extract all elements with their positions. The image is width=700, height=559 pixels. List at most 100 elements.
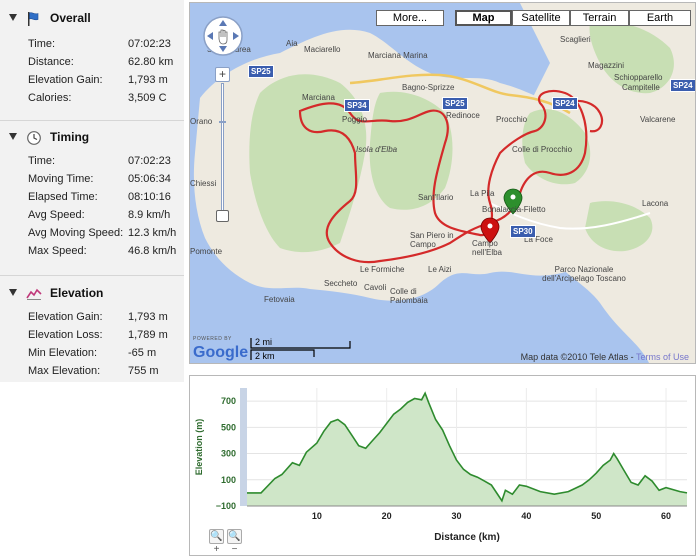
chart-zoom-out-button[interactable]: 🔍− <box>227 529 242 555</box>
section-divider <box>0 275 184 276</box>
row-label: Elevation Loss: <box>28 329 103 341</box>
map-type-map-button[interactable]: Map <box>455 10 512 26</box>
place-label: Redinoce <box>446 111 480 120</box>
row-value: 1,793 m <box>128 311 168 323</box>
y-tick-label: 100 <box>221 475 236 485</box>
overall-title: Overall <box>50 11 91 25</box>
place-label: Isola d'Elba <box>356 145 398 154</box>
zoom-tick <box>219 121 226 123</box>
place-label: Scaglieri <box>560 35 591 44</box>
row-label: Avg Moving Speed: <box>28 227 124 239</box>
y-tick-label: −100 <box>216 501 236 511</box>
place-label: Pomonte <box>190 247 223 256</box>
elevation-profile-icon <box>26 288 42 300</box>
place-label: La Pila <box>470 189 495 198</box>
collapse-triangle-icon[interactable] <box>9 289 17 296</box>
elevation-section: Elevation Elevation Gain: 1,793 m Elevat… <box>0 283 184 381</box>
y-tick-label: 700 <box>221 396 236 406</box>
place-label: Aia <box>286 39 298 48</box>
elevation-chart[interactable]: −100 100 300 500 700 10 20 30 40 50 60 Distance (km… <box>190 376 695 555</box>
row-value: 8.9 km/h <box>128 209 171 221</box>
map-canvas[interactable] <box>190 3 696 364</box>
x-axis-title: Distance (km) <box>434 532 500 543</box>
row-value: 08:10:16 <box>128 191 171 203</box>
overall-row-time: Time: 07:02:23 <box>0 36 184 54</box>
pan-control[interactable] <box>202 15 244 57</box>
place-label: Seccheto <box>324 279 358 288</box>
map-zoom-in-button[interactable]: + <box>215 67 230 82</box>
road-shield-badge: SP34 <box>344 99 370 112</box>
row-label: Elevation Gain: <box>28 74 103 86</box>
place-label: Chiessi <box>190 179 217 188</box>
y-tick-label: 300 <box>221 449 236 459</box>
terms-of-use-link[interactable]: Terms of Use <box>636 352 689 362</box>
section-divider <box>0 120 184 121</box>
place-label: Campitelle <box>622 83 660 92</box>
place-label: Sant'Ilario <box>418 193 454 202</box>
place-label: Bagno-Sprizze <box>402 83 455 92</box>
x-tick-label: 10 <box>312 511 322 521</box>
google-logo[interactable]: Google <box>193 344 248 362</box>
zoom-slider-track[interactable] <box>221 83 224 213</box>
timing-row-max-speed: Max Speed: 46.8 km/h <box>0 243 184 261</box>
row-value: 1,789 m <box>128 329 168 341</box>
row-value: 12.3 km/h <box>128 227 177 239</box>
place-label: Marciana Marina <box>368 51 428 60</box>
timing-section-header[interactable]: Timing <box>0 127 184 149</box>
place-label: Maciarello <box>304 45 341 54</box>
map-scale: 2 mi 2 km <box>250 336 352 362</box>
scale-imperial: 2 mi <box>255 337 273 347</box>
overall-row-calories: Calories: 3,509 C <box>0 90 184 108</box>
overall-section: Overall Time: 07:02:23 Distance: 62.80 k… <box>0 8 184 118</box>
row-label: Calories: <box>28 92 72 104</box>
elevation-row-gain: Elevation Gain: 1,793 m <box>0 309 184 327</box>
scale-metric: 2 km <box>255 351 275 361</box>
map-type-satellite-button[interactable]: Satellite <box>512 10 570 26</box>
chart-zoom-in-button[interactable]: 🔍+ <box>209 529 224 555</box>
attribution-text: Map data ©2010 Tele Atlas - <box>520 352 636 362</box>
route-map[interactable]: Sant'Andrea Aia Maciarello Marciana Mari… <box>189 2 696 364</box>
row-label: Avg Speed: <box>28 209 85 221</box>
collapse-triangle-icon[interactable] <box>9 14 17 21</box>
row-value: 07:02:23 <box>128 38 171 50</box>
map-type-earth-button[interactable]: Earth <box>629 10 691 26</box>
y-axis-title: Elevation (m) <box>194 419 204 476</box>
place-label: San Piero in Campo <box>410 231 454 249</box>
timing-section: Timing Time: 07:02:23 Moving Time: 05:06… <box>0 127 184 272</box>
place-label: Bonalaccia-Filetto <box>482 205 546 214</box>
row-value: -65 m <box>128 347 157 359</box>
row-label: Elevation Gain: <box>28 311 103 323</box>
road-shield-badge: SP24 <box>552 97 578 110</box>
timing-row-avg-moving-speed: Avg Moving Speed: 12.3 km/h <box>0 225 184 243</box>
row-value: 755 m <box>128 365 159 377</box>
hand-icon <box>218 29 228 45</box>
place-label: Orano <box>190 117 213 126</box>
elevation-chart-panel: −100 100 300 500 700 10 20 30 40 50 60 Distance (km… <box>189 375 696 556</box>
timing-row-moving-time: Moving Time: 05:06:34 <box>0 171 184 189</box>
elevation-row-max: Max Elevation: 755 m <box>0 363 184 381</box>
row-label: Moving Time: <box>28 173 94 185</box>
map-type-terrain-button[interactable]: Terrain <box>570 10 629 26</box>
collapse-triangle-icon[interactable] <box>9 133 17 140</box>
x-tick-label: 40 <box>521 511 531 521</box>
timing-row-elapsed-time: Elapsed Time: 08:10:16 <box>0 189 184 207</box>
map-type-more-button[interactable]: More... <box>376 10 444 26</box>
overall-section-header[interactable]: Overall <box>0 8 184 30</box>
overall-row-distance: Distance: 62.80 km <box>0 54 184 72</box>
row-label: Time: <box>28 38 56 50</box>
place-label: Poggio <box>342 115 367 124</box>
clock-icon <box>27 131 41 145</box>
place-label: Magazzini <box>588 61 625 70</box>
road-shield-badge: SP30 <box>510 225 536 238</box>
zoom-slider-handle[interactable] <box>216 210 229 222</box>
elevation-section-header[interactable]: Elevation <box>0 283 184 305</box>
place-label: Valcarene <box>640 115 676 124</box>
row-value: 07:02:23 <box>128 155 171 167</box>
stats-panel: Overall Time: 07:02:23 Distance: 62.80 k… <box>0 0 184 382</box>
x-tick-label: 30 <box>452 511 462 521</box>
y-axis-band <box>240 388 247 506</box>
road-shield-badge: SP25 <box>442 97 468 110</box>
row-value: 05:06:34 <box>128 173 171 185</box>
place-label: Le Aizi <box>428 265 452 274</box>
place-label: Campo nell'Elba <box>472 239 502 257</box>
